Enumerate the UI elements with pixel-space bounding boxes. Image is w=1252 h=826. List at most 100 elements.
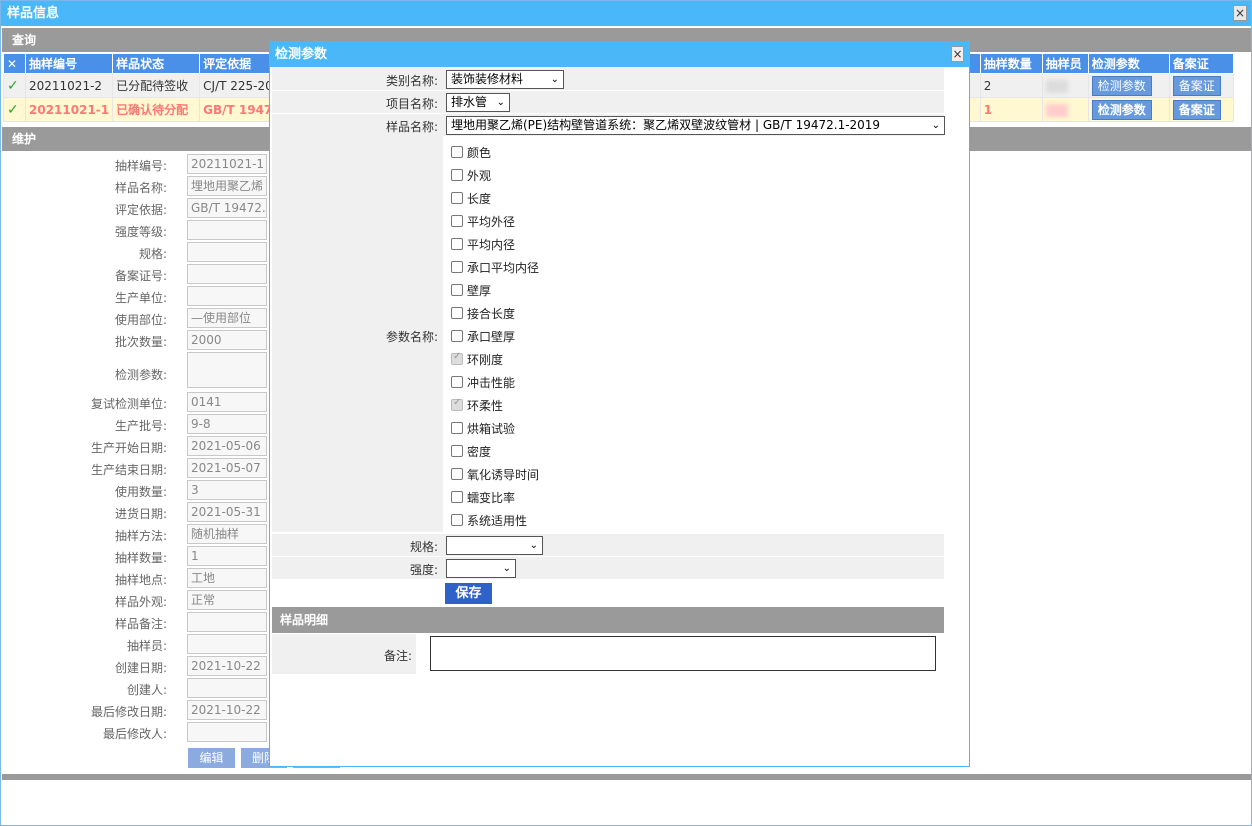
form-row: 批次数量: 2000: [1, 330, 267, 352]
checkbox-icon[interactable]: [451, 397, 463, 411]
param-checkbox-item[interactable]: 系统适用性: [451, 512, 527, 530]
redacted-sampler: [1045, 103, 1068, 117]
form-field[interactable]: 2021-10-22: [187, 700, 267, 720]
param-checkbox-item[interactable]: 颜色: [451, 144, 491, 162]
form-row: 生产单位:: [1, 286, 267, 308]
cell-qty: 2: [979, 73, 1043, 98]
checkbox-icon[interactable]: [451, 445, 463, 457]
spec-select[interactable]: ⌄: [446, 536, 543, 555]
col-header-sampler[interactable]: 抽样员: [1041, 53, 1089, 74]
param-checkbox-item[interactable]: 平均内径: [451, 236, 515, 254]
param-checkbox-item[interactable]: 承口平均内径: [451, 259, 539, 277]
cert-button[interactable]: 备案证: [1172, 99, 1221, 120]
form-field[interactable]: [187, 286, 267, 306]
form-field[interactable]: GB/T 19472.: [187, 198, 267, 218]
window-close-button[interactable]: ×: [1233, 5, 1247, 21]
checkbox-icon[interactable]: [451, 514, 463, 526]
form-field[interactable]: 9-8: [187, 414, 267, 434]
param-checkbox-item[interactable]: 承口壁厚: [451, 328, 515, 346]
form-field[interactable]: 2021-05-31: [187, 502, 267, 522]
save-button[interactable]: 保存: [445, 583, 492, 604]
param-checkbox-item[interactable]: 蠕变比率: [451, 489, 515, 507]
checkbox-icon[interactable]: [451, 330, 463, 342]
param-checkbox-item[interactable]: 长度: [451, 190, 491, 208]
col-header-cert[interactable]: 备案证: [1168, 53, 1234, 74]
cert-button[interactable]: 备案证: [1172, 75, 1221, 96]
param-checkbox-item[interactable]: 壁厚: [451, 282, 491, 300]
col-header-id[interactable]: 抽样编号: [24, 53, 114, 74]
form-field[interactable]: [187, 634, 267, 654]
params-button[interactable]: 检测参数: [1091, 75, 1152, 96]
form-field[interactable]: —使用部位: [187, 308, 267, 328]
checkbox-icon[interactable]: [451, 169, 463, 181]
form-label: 复试检测单位:: [90, 397, 167, 411]
edit-button[interactable]: 编辑: [188, 748, 235, 768]
note-textarea[interactable]: [430, 636, 936, 671]
checkbox-icon[interactable]: [451, 376, 463, 388]
param-checkbox-item[interactable]: 接合长度: [451, 305, 515, 323]
checkbox-icon[interactable]: [451, 238, 463, 250]
form-field[interactable]: 0141: [187, 392, 267, 412]
checkbox-icon[interactable]: [451, 351, 463, 365]
form-row: 样品名称: 埋地用聚乙烯: [1, 176, 267, 198]
check-icon: ✓: [3, 73, 26, 98]
checkbox-icon[interactable]: [451, 468, 463, 480]
param-checkbox-item[interactable]: 环刚度: [451, 351, 503, 369]
form-field[interactable]: 2021-05-06: [187, 436, 267, 456]
project-select[interactable]: 排水管 ⌄: [446, 93, 510, 112]
form-field[interactable]: [187, 352, 267, 388]
checkbox-icon[interactable]: [451, 422, 463, 434]
checkbox-icon[interactable]: [451, 284, 463, 296]
project-row: 项目名称: 排水管 ⌄: [272, 91, 944, 113]
form-label: 抽样编号:: [114, 159, 167, 173]
form-field[interactable]: 20211021-1: [187, 154, 267, 174]
col-header-basis[interactable]: 评定依据: [199, 53, 277, 74]
param-checkbox-item[interactable]: 冲击性能: [451, 374, 515, 392]
checkbox-icon[interactable]: [451, 192, 463, 204]
category-select[interactable]: 装饰装修材料 ⌄: [446, 70, 564, 89]
form-field[interactable]: [187, 220, 267, 240]
form-field[interactable]: 工地: [187, 568, 267, 588]
close-icon[interactable]: ✕: [3, 53, 26, 74]
checkbox-icon[interactable]: [451, 146, 463, 158]
form-field[interactable]: 随机抽样: [187, 524, 267, 544]
sample-select[interactable]: 埋地用聚乙烯(PE)结构壁管道系统：聚乙烯双壁波纹管材 | GB/T 19472…: [446, 116, 945, 135]
cell-status: 已确认待分配: [112, 97, 201, 122]
param-label: 承口平均内径: [467, 261, 540, 275]
form-field[interactable]: [187, 242, 267, 262]
category-row: 类别名称: 装饰装修材料 ⌄: [272, 68, 944, 90]
param-label: 环刚度: [467, 353, 504, 367]
form-field[interactable]: 1: [187, 546, 267, 566]
params-button[interactable]: 检测参数: [1091, 99, 1152, 120]
param-checkbox-item[interactable]: 烘箱试验: [451, 420, 515, 438]
col-header-qty[interactable]: 抽样数量: [979, 53, 1043, 74]
cell-basis: GB/T 1947: [199, 97, 277, 122]
form-field[interactable]: 3: [187, 480, 267, 500]
form-row: 最后修改人:: [1, 722, 267, 744]
form-field[interactable]: [187, 722, 267, 742]
form-row: 评定依据: GB/T 19472.: [1, 198, 267, 220]
form-field[interactable]: 正常: [187, 590, 267, 610]
param-checkbox-item[interactable]: 环柔性: [451, 397, 503, 415]
checkbox-icon[interactable]: [451, 491, 463, 503]
form-field[interactable]: 2000: [187, 330, 267, 350]
checkbox-icon[interactable]: [451, 215, 463, 227]
form-field[interactable]: 2021-05-07: [187, 458, 267, 478]
form-field[interactable]: 埋地用聚乙烯: [187, 176, 267, 196]
param-checkbox-item[interactable]: 氧化诱导时间: [451, 466, 539, 484]
col-header-status[interactable]: 样品状态: [112, 53, 201, 74]
form-field[interactable]: [187, 678, 267, 698]
param-checkbox-item[interactable]: 外观: [451, 167, 491, 185]
form-field[interactable]: 2021-10-22: [187, 656, 267, 676]
form-field[interactable]: [187, 612, 267, 632]
strength-select[interactable]: ⌄: [446, 559, 516, 578]
strength-row: 强度: ⌄: [272, 557, 944, 579]
checkbox-icon[interactable]: [451, 261, 463, 273]
col-header-params[interactable]: 检测参数: [1087, 53, 1170, 74]
param-checkbox-item[interactable]: 密度: [451, 443, 491, 461]
spec-label: 规格:: [409, 540, 438, 554]
form-field[interactable]: [187, 264, 267, 284]
param-checkbox-item[interactable]: 平均外径: [451, 213, 515, 231]
checkbox-icon[interactable]: [451, 307, 463, 319]
dialog-close-button[interactable]: ×: [951, 46, 964, 62]
